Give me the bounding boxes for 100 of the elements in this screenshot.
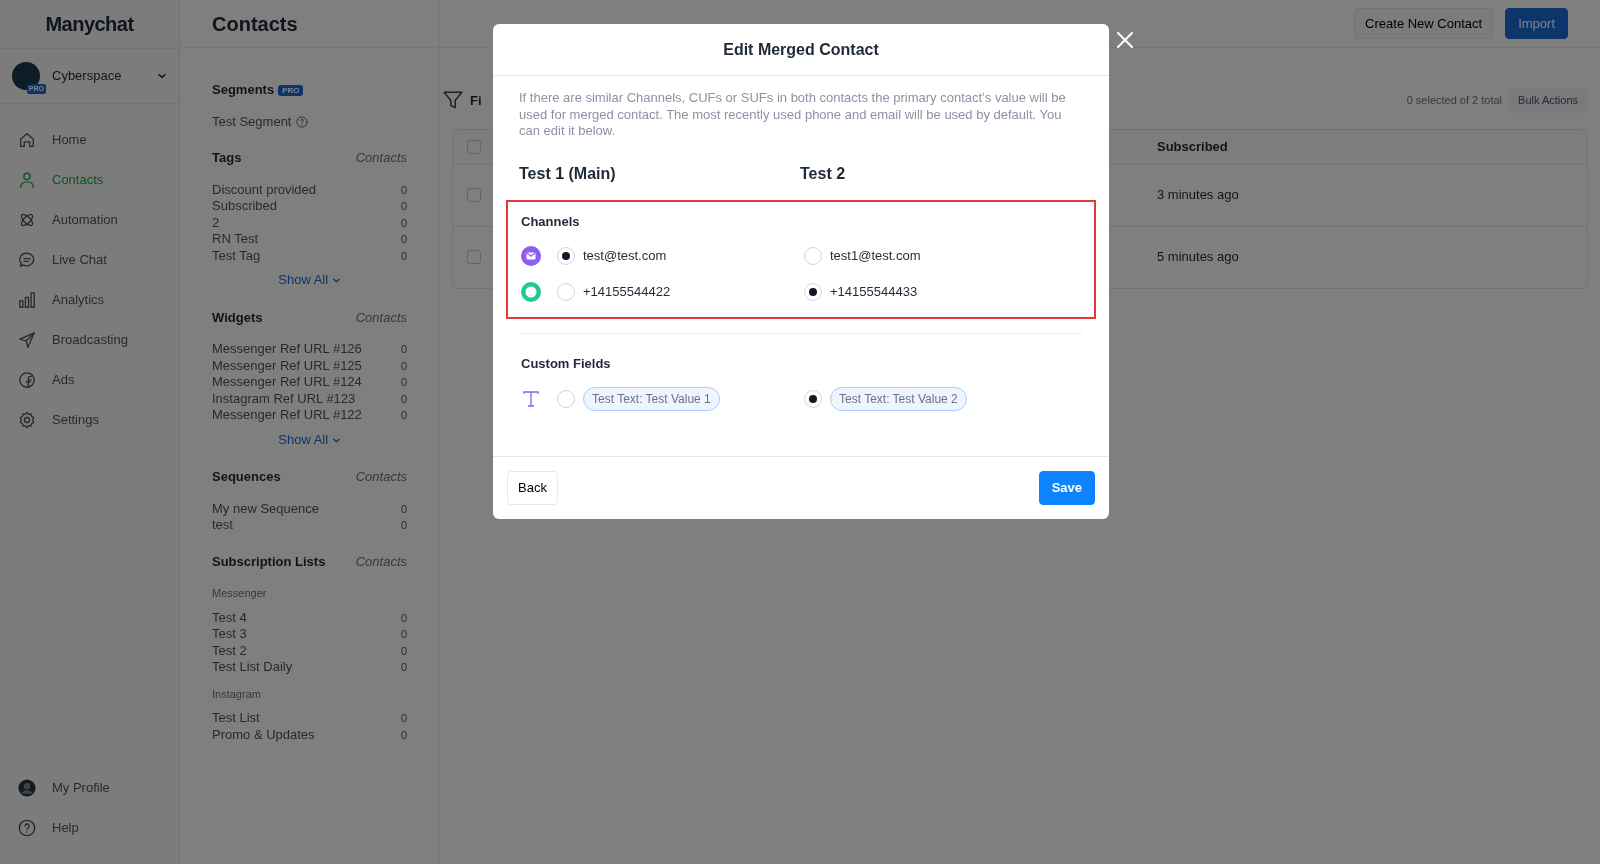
list-item[interactable]: Test Tag xyxy=(212,247,261,264)
item-count: 0 xyxy=(400,660,407,675)
nav-item[interactable]: My Profile xyxy=(0,768,179,808)
radio-button[interactable] xyxy=(557,247,575,265)
column-header: Contacts xyxy=(355,552,407,571)
list-item[interactable]: Messenger Ref URL #122 xyxy=(212,407,362,424)
show-all-link[interactable]: Show All xyxy=(212,270,407,290)
radio-button[interactable] xyxy=(804,389,822,408)
chevron-down-icon xyxy=(157,71,167,81)
modal-description: If there are similar Channels, CUFs or SUFs in both contacts the primary contact’s value will be used for merged contact. The most recently used phone and email will be used by default. You can edit it below. xyxy=(519,90,1067,140)
item-count: 0 xyxy=(400,375,407,390)
option-label: +14155544422 xyxy=(583,283,671,302)
account-name: Cyberspace xyxy=(52,67,123,86)
item-count: 0 xyxy=(400,199,407,214)
filter-label[interactable]: Fi xyxy=(470,90,482,110)
list-item[interactable]: Instagram Ref URL #123 xyxy=(212,390,356,407)
list-item[interactable]: Test List xyxy=(212,710,260,727)
column-header: Contacts xyxy=(355,308,407,327)
nav-item[interactable]: Home xyxy=(0,120,179,160)
atom-icon xyxy=(18,211,36,229)
item-count: 0 xyxy=(400,342,407,357)
list-item[interactable]: Test List Daily xyxy=(212,659,293,676)
import-button[interactable]: Import xyxy=(1505,7,1568,40)
list-item[interactable]: Messenger Ref URL #126 xyxy=(212,341,362,358)
nav-item[interactable]: Help xyxy=(0,808,179,848)
nav-item[interactable]: Contacts xyxy=(0,160,179,200)
item-count: 0 xyxy=(400,358,407,374)
item-count: 0 xyxy=(400,248,407,264)
back-button[interactable]: Back xyxy=(507,471,558,505)
show-all-link[interactable]: Show All xyxy=(212,429,407,449)
chevron-down-icon xyxy=(331,276,341,286)
list-item[interactable]: Messenger Ref URL #125 xyxy=(212,357,362,374)
row-checkbox[interactable] xyxy=(467,250,481,264)
column-header: Contacts xyxy=(355,468,407,486)
nav-item[interactable]: Settings xyxy=(0,400,179,440)
modal-title: Edit Merged Contact xyxy=(493,24,1109,76)
item-count: 0 xyxy=(400,182,407,198)
item-count: 0 xyxy=(400,501,407,517)
list-item[interactable]: Test 4 xyxy=(212,609,247,626)
column-header: Subscribed xyxy=(1157,137,1229,156)
radio-button[interactable] xyxy=(557,389,575,408)
radio-button[interactable] xyxy=(804,247,822,265)
radio-button[interactable] xyxy=(804,283,822,301)
list-item[interactable]: My new Sequence xyxy=(212,500,319,517)
item-count: 0 xyxy=(400,215,407,231)
list-item[interactable]: Subscribed xyxy=(212,198,278,215)
contact-name: Test 2 xyxy=(800,163,847,184)
list-item[interactable]: Discount provided xyxy=(212,181,317,198)
segment-item[interactable]: Test Segment xyxy=(212,113,292,130)
bulk-actions-button[interactable]: Bulk Actions xyxy=(1508,88,1588,113)
nav-item[interactable]: Automation xyxy=(0,200,179,240)
item-count: 0 xyxy=(400,518,407,533)
list-item[interactable]: Test 2 xyxy=(212,642,247,659)
section-title: Tags xyxy=(212,149,242,167)
save-button[interactable]: Save xyxy=(1038,471,1095,505)
section-title: Segments xyxy=(212,82,275,97)
list-item[interactable]: Messenger Ref URL #124 xyxy=(212,374,362,391)
nav-item[interactable]: Analytics xyxy=(0,280,179,320)
person-icon xyxy=(18,171,36,189)
create-contact-button[interactable]: Create New Contact xyxy=(1354,7,1494,40)
nav-item[interactable]: Ads xyxy=(0,360,179,400)
envelope-icon xyxy=(521,246,541,266)
nav-item[interactable]: Live Chat xyxy=(0,240,179,280)
contact-name: Test 1 (Main) xyxy=(519,163,617,184)
item-count: 0 xyxy=(400,408,407,423)
section-title: Channels xyxy=(521,212,581,231)
item-count: 0 xyxy=(400,727,407,743)
item-count: 0 xyxy=(400,391,407,407)
list-item[interactable]: test xyxy=(212,517,233,534)
gear-icon xyxy=(18,411,36,429)
list-item[interactable]: Test 3 xyxy=(212,626,247,643)
help-icon xyxy=(18,819,36,837)
page-title: Contacts xyxy=(211,11,298,37)
option-label: test@test.com xyxy=(583,247,667,266)
item-count: 0 xyxy=(400,643,407,659)
avatar-icon xyxy=(18,779,36,797)
circle-f-icon xyxy=(18,371,36,389)
section-title: Custom Fields xyxy=(521,355,612,373)
list-item[interactable]: Promo & Updates xyxy=(212,726,315,743)
table-cell-text: 5 minutes ago xyxy=(1157,248,1240,267)
home-icon xyxy=(18,131,36,149)
radio-button[interactable] xyxy=(557,283,575,301)
item-count: 0 xyxy=(400,610,407,626)
selection-count: 0 selected of 2 total xyxy=(1406,93,1503,108)
list-item[interactable]: 2 xyxy=(212,214,220,231)
select-all-checkbox[interactable] xyxy=(467,139,481,154)
list-item[interactable]: RN Test xyxy=(212,231,258,248)
item-count: 0 xyxy=(400,627,407,642)
close-icon[interactable] xyxy=(1115,30,1135,50)
help-icon xyxy=(295,115,308,128)
group-label: Instagram xyxy=(212,686,262,702)
pro-badge: PRO xyxy=(278,84,304,96)
app-logo[interactable]: Manychat xyxy=(0,0,179,48)
section-title: Subscription Lists xyxy=(212,552,326,571)
section-title: Sequences xyxy=(212,468,281,486)
item-count: 0 xyxy=(400,232,407,247)
nav-item[interactable]: Broadcasting xyxy=(0,320,179,360)
item-count: 0 xyxy=(400,711,407,726)
row-checkbox[interactable] xyxy=(467,188,481,202)
field-value-tag: Test Text: Test Value 2 xyxy=(830,386,967,411)
